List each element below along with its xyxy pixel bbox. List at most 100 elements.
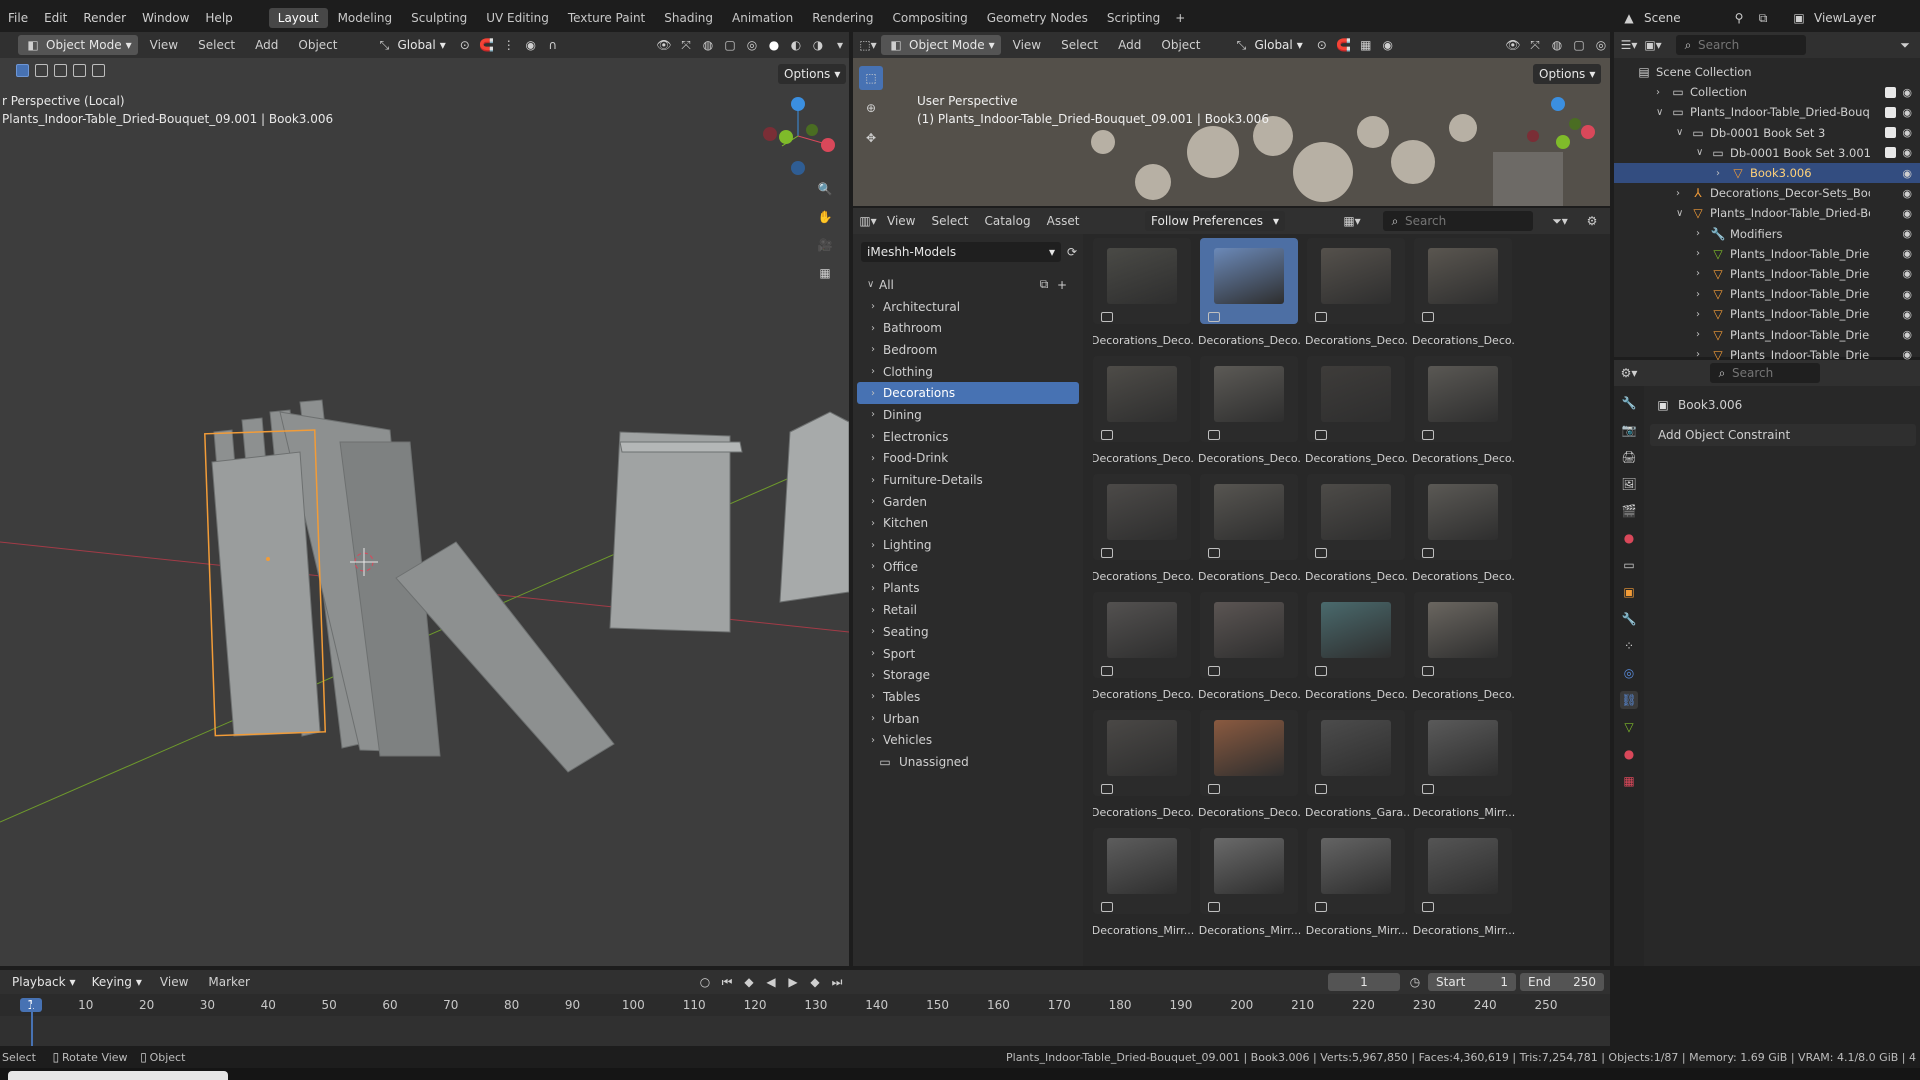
refresh-library-icon[interactable]: ⟳	[1063, 243, 1081, 261]
texture-tab-icon[interactable]: ▦	[1620, 772, 1638, 790]
asset-tile[interactable]: Decorations_Deco...	[1198, 356, 1302, 468]
catalog-furniture-details[interactable]: › Furniture-Details	[853, 469, 1083, 491]
outliner-item[interactable]: › ⅄ Decorations_Decor-Sets_Book-Shelf ◉	[1614, 183, 1920, 203]
eye-icon[interactable]: ◉	[1902, 126, 1912, 139]
eye-icon[interactable]: ◉	[1902, 106, 1912, 119]
next-keyframe-icon[interactable]: ◆	[806, 973, 824, 991]
outliner-item[interactable]: ∨ ▭ Db-0001 Book Set 3 ◉	[1614, 123, 1920, 143]
catalog-office[interactable]: › Office	[853, 556, 1083, 578]
view-layer-name[interactable]: ViewLayer	[1814, 11, 1876, 25]
render-layer-icon[interactable]: ▣	[1790, 9, 1808, 27]
tab-modeling[interactable]: Modeling	[329, 8, 402, 28]
data-tab-icon[interactable]: ▽	[1620, 718, 1638, 736]
start-frame-field[interactable]: Start 1	[1428, 973, 1516, 991]
outliner-item[interactable]: ∨ ▭ Plants_Indoor-Table_Dried-Bouque ◉	[1614, 102, 1920, 122]
asset-menu-asset[interactable]: Asset	[1039, 214, 1088, 228]
asset-tile[interactable]: Decorations_Deco...	[1412, 356, 1516, 468]
disclosure-icon[interactable]: ›	[1696, 349, 1710, 360]
timeline-marker-menu[interactable]: Marker	[200, 975, 257, 989]
catalog-sport[interactable]: › Sport	[853, 643, 1083, 665]
catalog-decorations[interactable]: › Decorations	[857, 382, 1079, 405]
eye-icon[interactable]: ◉	[1902, 146, 1912, 159]
asset-tile[interactable]: Decorations_Deco...	[1093, 356, 1195, 468]
asset-tile[interactable]: Decorations_Deco...	[1093, 710, 1195, 822]
tab-geometry-nodes[interactable]: Geometry Nodes	[978, 8, 1097, 28]
asset-tile[interactable]: Decorations_Mirr...	[1199, 828, 1301, 940]
camera-icon[interactable]: 🎥	[816, 236, 834, 254]
outliner-item[interactable]: ›▽ Plants_Indoor-Table_Dried-Bou ◉	[1614, 284, 1920, 304]
tab-sculpting[interactable]: Sculpting	[402, 8, 476, 28]
outliner-item[interactable]: ∨ ▭ Db-0001 Book Set 3.001 ◉	[1614, 143, 1920, 163]
outliner-item[interactable]: › 🔧 Modifiers ◉	[1614, 224, 1920, 244]
outliner-item[interactable]: › ▽ Book3.006 ◉	[1614, 162, 1920, 184]
world-tab-icon[interactable]: ●	[1620, 529, 1638, 547]
object-tab-icon[interactable]: ▣	[1620, 583, 1638, 601]
asset-tile[interactable]: Decorations_Deco...	[1093, 238, 1195, 350]
scene-tab-icon[interactable]: 🎬	[1620, 502, 1638, 520]
scene-name[interactable]: Scene	[1644, 11, 1724, 25]
timeline-ruler[interactable]: 1102030405060708090100110120130140150160…	[0, 996, 1610, 1016]
new-scene-icon[interactable]: ⧉	[1754, 9, 1772, 27]
asset-tile[interactable]: Decorations_Gara...	[1305, 710, 1409, 822]
asset-tile[interactable]: Decorations_Deco...	[1093, 592, 1195, 704]
disclosure-icon[interactable]: ›	[1656, 87, 1670, 98]
current-frame-field[interactable]: 1	[1328, 973, 1400, 991]
outliner-editor-icon[interactable]: ☰▾	[1620, 36, 1638, 54]
view-layer-tab-icon[interactable]: 🖼	[1620, 475, 1638, 493]
timeline-track[interactable]	[0, 1016, 1610, 1046]
pan-hand-icon[interactable]: ✋	[816, 208, 834, 226]
catalog-vehicles[interactable]: › Vehicles	[853, 729, 1083, 751]
asset-tile[interactable]: Decorations_Mirr...	[1413, 710, 1515, 822]
asset-tile[interactable]: Decorations_Deco...	[1412, 474, 1516, 586]
catalog-plants[interactable]: › Plants	[853, 578, 1083, 600]
tool-tab-icon[interactable]: 🔧	[1620, 394, 1638, 412]
disclosure-icon[interactable]: ›	[1696, 268, 1710, 279]
import-method-dropdown[interactable]: Follow Preferences ▾	[1145, 211, 1285, 231]
menu-window[interactable]: Window	[134, 11, 197, 25]
navigation-gizmo[interactable]	[763, 97, 835, 175]
asset-tile[interactable]: Decorations_Deco...	[1305, 238, 1409, 350]
tab-compositing[interactable]: Compositing	[883, 8, 976, 28]
outliner-item[interactable]: ∨▽ Plants_Indoor-Table_Dried-Bouquet ◉	[1614, 203, 1920, 223]
clock-icon[interactable]: ◷	[1406, 973, 1424, 991]
exclude-checkbox[interactable]	[1885, 147, 1896, 159]
asset-tile[interactable]: Decorations_Mirr...	[1306, 828, 1408, 940]
jump-start-icon[interactable]: ⏮	[718, 973, 736, 991]
tab-shading[interactable]: Shading	[655, 8, 722, 28]
asset-tile[interactable]: Decorations_Deco...	[1198, 710, 1302, 822]
catalog-tables[interactable]: › Tables	[853, 686, 1083, 708]
asset-tile[interactable]: Decorations_Mirr...	[1093, 828, 1194, 940]
add-workspace-icon[interactable]: +	[1171, 9, 1189, 27]
catalog-retail[interactable]: › Retail	[853, 599, 1083, 621]
eye-icon[interactable]: ◉	[1902, 267, 1912, 280]
disclosure-icon[interactable]: ›	[1716, 168, 1730, 179]
asset-tile[interactable]: Decorations_Deco...	[1305, 592, 1409, 704]
disclosure-icon[interactable]: ∨	[1676, 127, 1690, 138]
asset-tile[interactable]: Decorations_Mirr...	[1413, 828, 1515, 940]
pin-icon[interactable]: ⚲	[1730, 9, 1748, 27]
menu-file[interactable]: File	[0, 11, 36, 25]
output-tab-icon[interactable]: 🖨	[1620, 448, 1638, 466]
catalog-all[interactable]: ∨ All ⧉ +	[853, 274, 1083, 296]
menu-render[interactable]: Render	[75, 11, 134, 25]
outliner-item[interactable]: › ▭ Collection ◉	[1614, 82, 1920, 102]
asset-editor-type-icon[interactable]: ▥▾	[859, 212, 877, 230]
asset-settings-gear-icon[interactable]: ⚙	[1583, 212, 1601, 230]
material-tab-icon[interactable]: ●	[1620, 745, 1638, 763]
exclude-checkbox[interactable]	[1885, 127, 1896, 139]
constraint-tab-icon[interactable]: ⛓	[1620, 691, 1638, 709]
new-catalog-icon[interactable]: ⧉	[1035, 276, 1053, 294]
tab-rendering[interactable]: Rendering	[803, 8, 882, 28]
timeline-view-menu[interactable]: View	[152, 975, 196, 989]
tab-animation[interactable]: Animation	[723, 8, 802, 28]
disclosure-icon[interactable]: ∨	[1656, 107, 1670, 118]
particles-tab-icon[interactable]: ⁘	[1620, 637, 1638, 655]
move-tool-icon[interactable]: ✥	[859, 126, 883, 150]
exclude-checkbox[interactable]	[1885, 86, 1896, 98]
auto-key-icon[interactable]: ○	[696, 973, 714, 991]
disclosure-icon[interactable]: ›	[1696, 329, 1710, 340]
disclosure-icon[interactable]: ›	[1696, 228, 1710, 239]
taskbar-search[interactable]	[8, 1071, 228, 1080]
display-mode-icon[interactable]: ▦▾	[1343, 212, 1361, 230]
catalog-bedroom[interactable]: › Bedroom	[853, 339, 1083, 361]
